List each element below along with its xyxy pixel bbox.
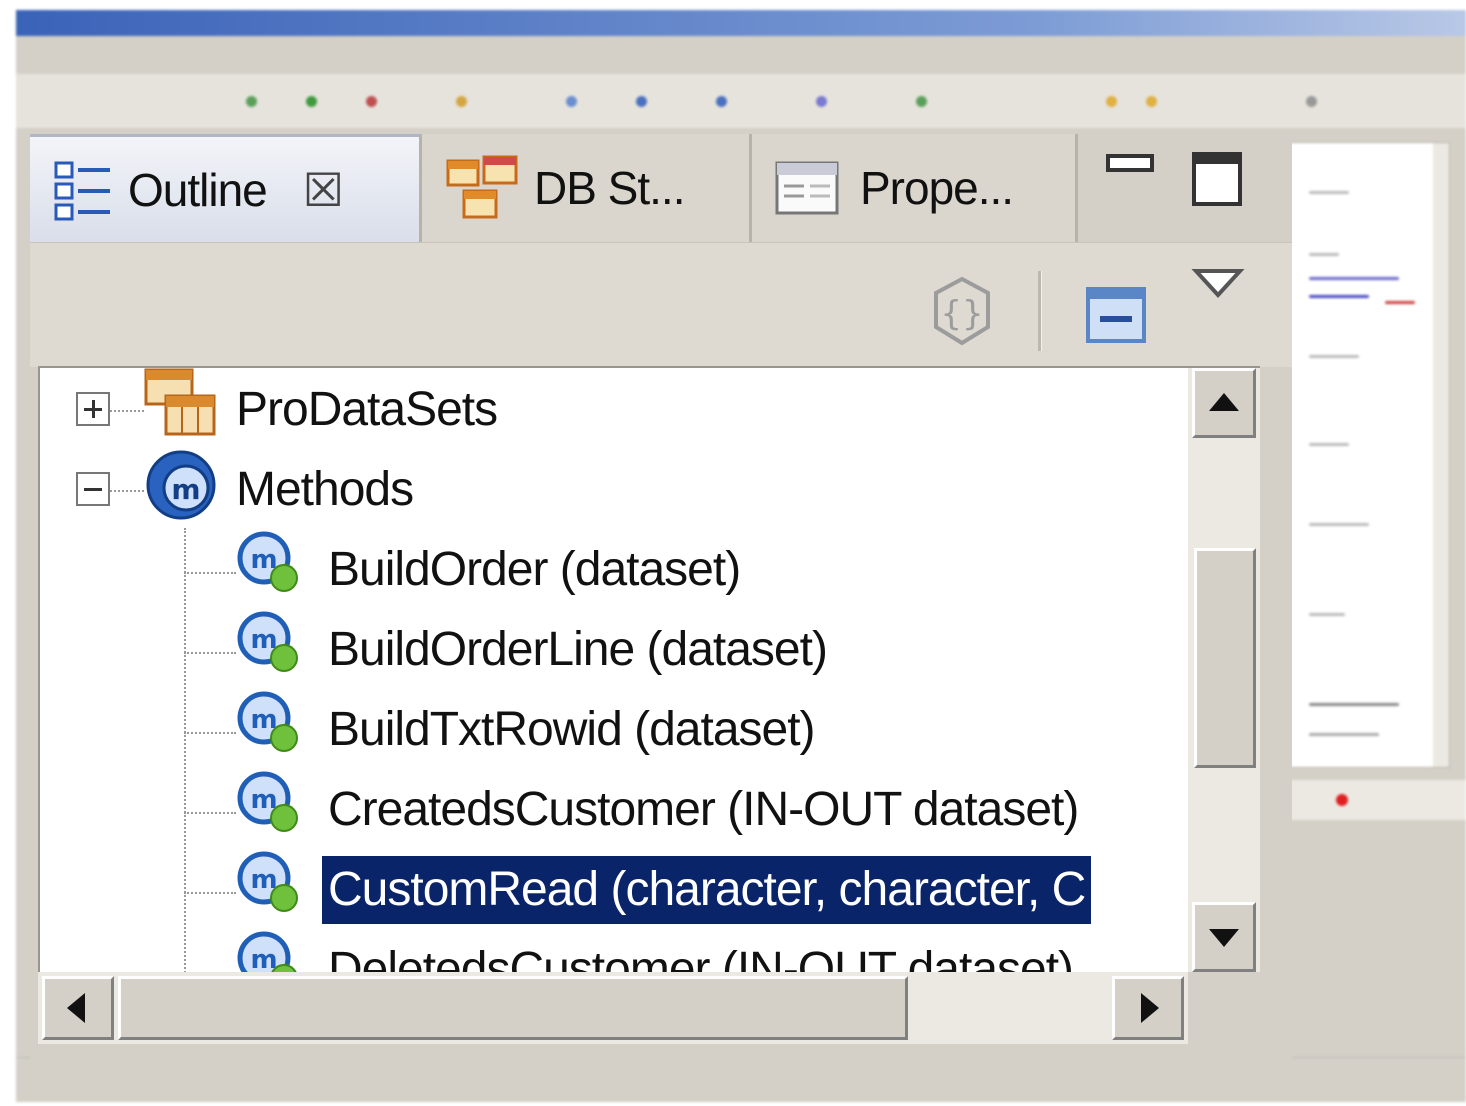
tree-guide-line [184,528,186,974]
tree-item-label: CustomRead (character, character, C [322,856,1092,924]
scroll-left-button[interactable] [42,976,114,1040]
tab-properties[interactable]: Prope... [752,134,1078,242]
tree-guide-line [110,490,144,492]
background-toolbar [16,74,1466,128]
tree-guide-line [110,410,144,412]
prodatasets-icon [144,368,216,436]
outline-icon [54,161,110,220]
method-icon: m [237,531,298,592]
scroll-right-button[interactable] [1112,976,1184,1040]
tab-db-structure-label: DB St... [534,162,685,214]
tree-item-method-selected[interactable]: CustomRead (character, character, C [322,850,1092,930]
methods-icon: m [146,450,216,520]
tree-item-label: BuildOrder (dataset) [328,543,741,596]
horizontal-scrollbar[interactable] [38,972,1188,1044]
tab-outline-label: Outline [128,163,268,216]
outline-view: Outline ☒ DB St... Prope... {} ProDataSe… [30,134,1292,1062]
method-icon: m [237,691,298,752]
properties-icon [775,161,839,215]
tree-item-methods[interactable]: Methods [230,450,419,530]
tree-item-label: DeletedsCustomer (IN-OUT dataset) [328,943,1074,974]
svg-text:m: m [171,473,200,506]
hide-fields-icon[interactable]: {} [922,273,1002,353]
arrow-down-icon [1209,929,1239,947]
tree-guide-line [184,892,236,894]
view-controls [1078,134,1292,242]
method-icon: m [237,931,298,974]
arrow-left-icon [67,993,85,1023]
tree-item-method[interactable]: CreatedsCustomer (IN-OUT dataset) [322,770,1084,850]
minimize-icon[interactable] [1104,148,1158,188]
collapse-methods-toggle[interactable] [76,472,110,506]
view-menu-icon[interactable] [1190,263,1246,307]
db-structure-icon [446,155,518,219]
tree-guide-line [184,732,236,734]
outline-tree: ProDataSets m Methods m BuildOrder (data… [38,366,1190,974]
vertical-scrollbar[interactable] [1188,366,1260,974]
horizontal-scroll-thumb[interactable] [118,976,908,1040]
close-icon[interactable]: ☒ [303,163,344,217]
tab-db-structure[interactable]: DB St... [422,134,752,242]
background-editor [1288,142,1450,768]
tree-guide-line [184,812,236,814]
tree-item-label: Methods [236,463,414,516]
method-icon: m [237,611,298,672]
vertical-scroll-thumb[interactable] [1194,548,1256,768]
tree-item-label: CreatedsCustomer (IN-OUT dataset) [328,783,1079,836]
tree-guide-line [184,572,236,574]
background-title-bar [16,10,1466,36]
tab-properties-label: Prope... [860,162,1014,214]
arrow-up-icon [1209,393,1239,411]
method-icon: m [237,851,298,912]
svg-text:{}: {} [940,294,983,334]
outline-toolbar: {} [30,242,1292,367]
expand-prodatasets-toggle[interactable] [76,392,110,426]
scroll-down-button[interactable] [1192,902,1256,972]
toolbar-separator [1038,271,1042,351]
tree-item-method[interactable]: DeletedsCustomer (IN-OUT dataset) [322,930,1079,974]
maximize-icon[interactable] [1188,148,1248,212]
background-menu-bar [16,38,1466,66]
tree-item-method[interactable]: BuildTxtRowid (dataset) [322,690,821,770]
scrollbar-corner [1188,972,1260,1044]
tree-item-label: BuildTxtRowid (dataset) [328,703,816,756]
tree-item-prodatasets[interactable]: ProDataSets [230,370,503,450]
tree-item-label: ProDataSets [236,383,498,436]
method-icon: m [237,771,298,832]
tree-item-label: BuildOrderLine (dataset) [328,623,828,676]
background-status-bar [16,1057,1466,1102]
collapse-all-icon[interactable] [1082,277,1158,353]
background-problems-bar [1288,780,1466,820]
scroll-up-button[interactable] [1192,368,1256,438]
tree-item-method[interactable]: BuildOrder (dataset) [322,530,746,610]
arrow-right-icon [1141,993,1159,1023]
tree-item-method[interactable]: BuildOrderLine (dataset) [322,610,833,690]
view-tab-bar: Outline ☒ DB St... Prope... [30,134,1292,242]
tree-guide-line [184,652,236,654]
tab-outline[interactable]: Outline ☒ [30,134,422,242]
